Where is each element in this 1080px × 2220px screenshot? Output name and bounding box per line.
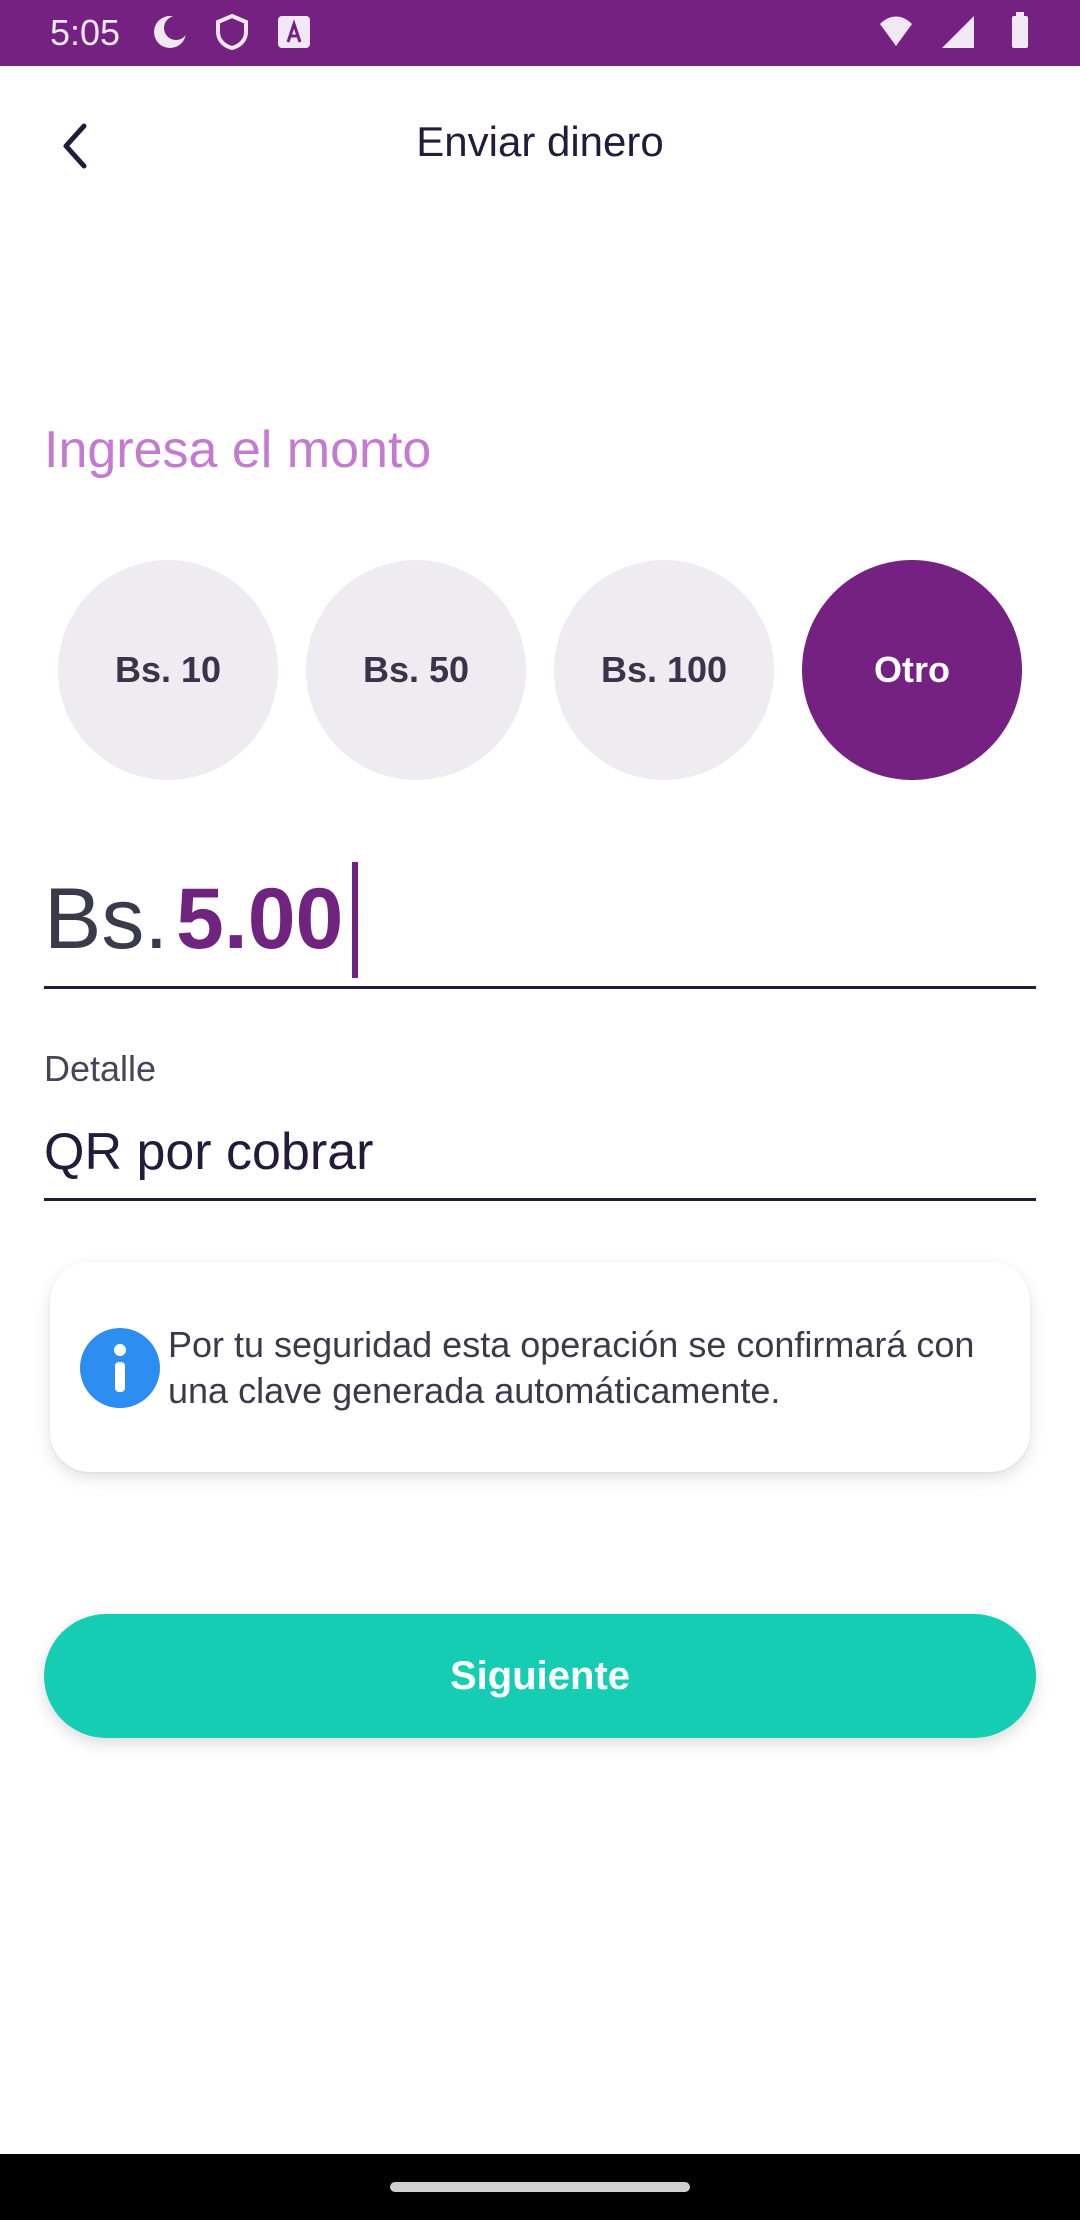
font-icon — [274, 12, 314, 52]
status-icons-right — [876, 12, 1040, 52]
shield-icon — [212, 12, 252, 52]
detail-input[interactable]: QR por cobrar — [44, 1110, 1036, 1201]
signal-icon — [938, 12, 978, 52]
amount-option-100[interactable]: Bs. 100 — [554, 560, 774, 780]
moon-icon — [150, 12, 190, 52]
amount-value: 5.00 — [176, 871, 344, 967]
amount-input[interactable]: Bs. 5.00 — [44, 850, 1036, 989]
status-time: 5:05 — [50, 12, 121, 53]
wifi-icon — [876, 12, 916, 52]
amount-section-label: Ingresa el monto — [44, 421, 432, 479]
page-title: Enviar dinero — [416, 118, 664, 165]
amount-option-10[interactable]: Bs. 10 — [58, 560, 278, 780]
status-icons-left — [150, 12, 314, 52]
amount-option-other[interactable]: Otro — [802, 560, 1022, 780]
currency-label: Bs. — [44, 871, 169, 967]
info-icon — [80, 1328, 160, 1408]
detail-label: Detalle — [44, 1048, 157, 1089]
detail-value: QR por cobrar — [44, 1123, 374, 1181]
amount-options: Bs. 10 Bs. 50 Bs. 100 Otro — [58, 560, 1022, 780]
battery-icon — [1000, 12, 1040, 52]
next-button[interactable]: Siguiente — [44, 1614, 1036, 1738]
app-bar: Enviar dinero — [0, 66, 1080, 222]
status-bar: 5:05 — [0, 0, 1080, 66]
home-indicator[interactable] — [390, 2182, 690, 2192]
text-caret — [352, 862, 358, 978]
info-text: Por tu seguridad esta operación se confi… — [168, 1324, 975, 1411]
info-card: Por tu seguridad esta operación se confi… — [50, 1262, 1030, 1472]
amount-option-50[interactable]: Bs. 50 — [306, 560, 526, 780]
